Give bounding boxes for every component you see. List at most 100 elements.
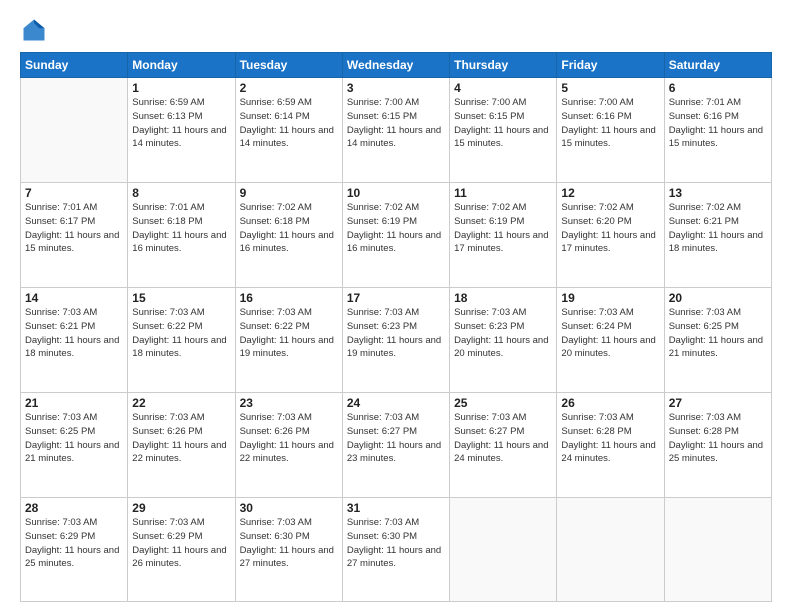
day-info: Sunrise: 7:03 AM Sunset: 6:30 PM Dayligh… — [240, 516, 338, 571]
day-info: Sunrise: 7:00 AM Sunset: 6:15 PM Dayligh… — [454, 96, 552, 151]
day-info: Sunrise: 7:03 AM Sunset: 6:26 PM Dayligh… — [132, 411, 230, 466]
calendar-cell: 12Sunrise: 7:02 AM Sunset: 6:20 PM Dayli… — [557, 183, 664, 288]
day-info: Sunrise: 7:03 AM Sunset: 6:28 PM Dayligh… — [561, 411, 659, 466]
day-info: Sunrise: 7:03 AM Sunset: 6:27 PM Dayligh… — [347, 411, 445, 466]
day-info: Sunrise: 7:03 AM Sunset: 6:27 PM Dayligh… — [454, 411, 552, 466]
day-number: 8 — [132, 186, 230, 200]
day-info: Sunrise: 7:03 AM Sunset: 6:28 PM Dayligh… — [669, 411, 767, 466]
weekday-header: Sunday — [21, 53, 128, 78]
day-info: Sunrise: 7:03 AM Sunset: 6:21 PM Dayligh… — [25, 306, 123, 361]
page: SundayMondayTuesdayWednesdayThursdayFrid… — [0, 0, 792, 612]
day-info: Sunrise: 7:03 AM Sunset: 6:22 PM Dayligh… — [132, 306, 230, 361]
day-info: Sunrise: 7:01 AM Sunset: 6:18 PM Dayligh… — [132, 201, 230, 256]
day-info: Sunrise: 6:59 AM Sunset: 6:13 PM Dayligh… — [132, 96, 230, 151]
calendar-cell: 13Sunrise: 7:02 AM Sunset: 6:21 PM Dayli… — [664, 183, 771, 288]
day-info: Sunrise: 7:03 AM Sunset: 6:30 PM Dayligh… — [347, 516, 445, 571]
calendar-cell: 25Sunrise: 7:03 AM Sunset: 6:27 PM Dayli… — [450, 393, 557, 498]
calendar-cell: 31Sunrise: 7:03 AM Sunset: 6:30 PM Dayli… — [342, 498, 449, 602]
day-info: Sunrise: 6:59 AM Sunset: 6:14 PM Dayligh… — [240, 96, 338, 151]
calendar-cell — [450, 498, 557, 602]
day-info: Sunrise: 7:03 AM Sunset: 6:23 PM Dayligh… — [347, 306, 445, 361]
calendar-cell: 18Sunrise: 7:03 AM Sunset: 6:23 PM Dayli… — [450, 288, 557, 393]
day-number: 9 — [240, 186, 338, 200]
day-info: Sunrise: 7:02 AM Sunset: 6:20 PM Dayligh… — [561, 201, 659, 256]
calendar-cell: 23Sunrise: 7:03 AM Sunset: 6:26 PM Dayli… — [235, 393, 342, 498]
calendar-cell: 27Sunrise: 7:03 AM Sunset: 6:28 PM Dayli… — [664, 393, 771, 498]
day-number: 17 — [347, 291, 445, 305]
day-info: Sunrise: 7:03 AM Sunset: 6:26 PM Dayligh… — [240, 411, 338, 466]
calendar-cell — [557, 498, 664, 602]
weekday-header: Saturday — [664, 53, 771, 78]
weekday-header: Monday — [128, 53, 235, 78]
day-info: Sunrise: 7:00 AM Sunset: 6:15 PM Dayligh… — [347, 96, 445, 151]
day-number: 25 — [454, 396, 552, 410]
day-number: 24 — [347, 396, 445, 410]
day-number: 2 — [240, 81, 338, 95]
day-number: 26 — [561, 396, 659, 410]
day-number: 12 — [561, 186, 659, 200]
calendar-cell — [664, 498, 771, 602]
day-number: 10 — [347, 186, 445, 200]
day-number: 7 — [25, 186, 123, 200]
day-number: 27 — [669, 396, 767, 410]
calendar-cell: 17Sunrise: 7:03 AM Sunset: 6:23 PM Dayli… — [342, 288, 449, 393]
calendar-cell: 15Sunrise: 7:03 AM Sunset: 6:22 PM Dayli… — [128, 288, 235, 393]
day-number: 11 — [454, 186, 552, 200]
day-number: 14 — [25, 291, 123, 305]
calendar-cell: 5Sunrise: 7:00 AM Sunset: 6:16 PM Daylig… — [557, 78, 664, 183]
calendar-cell: 29Sunrise: 7:03 AM Sunset: 6:29 PM Dayli… — [128, 498, 235, 602]
header — [20, 16, 772, 44]
calendar-cell: 14Sunrise: 7:03 AM Sunset: 6:21 PM Dayli… — [21, 288, 128, 393]
day-info: Sunrise: 7:03 AM Sunset: 6:25 PM Dayligh… — [25, 411, 123, 466]
day-info: Sunrise: 7:01 AM Sunset: 6:17 PM Dayligh… — [25, 201, 123, 256]
day-number: 22 — [132, 396, 230, 410]
calendar-cell: 20Sunrise: 7:03 AM Sunset: 6:25 PM Dayli… — [664, 288, 771, 393]
calendar-cell: 19Sunrise: 7:03 AM Sunset: 6:24 PM Dayli… — [557, 288, 664, 393]
day-info: Sunrise: 7:03 AM Sunset: 6:29 PM Dayligh… — [132, 516, 230, 571]
calendar-cell: 9Sunrise: 7:02 AM Sunset: 6:18 PM Daylig… — [235, 183, 342, 288]
calendar-cell: 8Sunrise: 7:01 AM Sunset: 6:18 PM Daylig… — [128, 183, 235, 288]
calendar-cell — [21, 78, 128, 183]
day-info: Sunrise: 7:02 AM Sunset: 6:19 PM Dayligh… — [454, 201, 552, 256]
weekday-header: Wednesday — [342, 53, 449, 78]
calendar-cell: 7Sunrise: 7:01 AM Sunset: 6:17 PM Daylig… — [21, 183, 128, 288]
day-number: 15 — [132, 291, 230, 305]
day-info: Sunrise: 7:02 AM Sunset: 6:19 PM Dayligh… — [347, 201, 445, 256]
calendar-cell: 16Sunrise: 7:03 AM Sunset: 6:22 PM Dayli… — [235, 288, 342, 393]
day-info: Sunrise: 7:03 AM Sunset: 6:29 PM Dayligh… — [25, 516, 123, 571]
calendar-cell: 22Sunrise: 7:03 AM Sunset: 6:26 PM Dayli… — [128, 393, 235, 498]
day-number: 5 — [561, 81, 659, 95]
day-number: 13 — [669, 186, 767, 200]
day-number: 20 — [669, 291, 767, 305]
calendar-cell: 1Sunrise: 6:59 AM Sunset: 6:13 PM Daylig… — [128, 78, 235, 183]
calendar-cell: 28Sunrise: 7:03 AM Sunset: 6:29 PM Dayli… — [21, 498, 128, 602]
weekday-header: Friday — [557, 53, 664, 78]
day-info: Sunrise: 7:01 AM Sunset: 6:16 PM Dayligh… — [669, 96, 767, 151]
day-info: Sunrise: 7:00 AM Sunset: 6:16 PM Dayligh… — [561, 96, 659, 151]
day-info: Sunrise: 7:02 AM Sunset: 6:21 PM Dayligh… — [669, 201, 767, 256]
logo-icon — [20, 16, 48, 44]
day-number: 3 — [347, 81, 445, 95]
day-number: 4 — [454, 81, 552, 95]
day-number: 6 — [669, 81, 767, 95]
day-number: 18 — [454, 291, 552, 305]
day-number: 19 — [561, 291, 659, 305]
day-info: Sunrise: 7:03 AM Sunset: 6:24 PM Dayligh… — [561, 306, 659, 361]
logo — [20, 16, 52, 44]
day-info: Sunrise: 7:03 AM Sunset: 6:23 PM Dayligh… — [454, 306, 552, 361]
calendar-cell: 4Sunrise: 7:00 AM Sunset: 6:15 PM Daylig… — [450, 78, 557, 183]
calendar-cell: 30Sunrise: 7:03 AM Sunset: 6:30 PM Dayli… — [235, 498, 342, 602]
calendar-table: SundayMondayTuesdayWednesdayThursdayFrid… — [20, 52, 772, 602]
day-number: 21 — [25, 396, 123, 410]
calendar-cell: 2Sunrise: 6:59 AM Sunset: 6:14 PM Daylig… — [235, 78, 342, 183]
day-number: 29 — [132, 501, 230, 515]
calendar-cell: 10Sunrise: 7:02 AM Sunset: 6:19 PM Dayli… — [342, 183, 449, 288]
day-number: 31 — [347, 501, 445, 515]
weekday-header: Tuesday — [235, 53, 342, 78]
calendar-cell: 11Sunrise: 7:02 AM Sunset: 6:19 PM Dayli… — [450, 183, 557, 288]
calendar-cell: 26Sunrise: 7:03 AM Sunset: 6:28 PM Dayli… — [557, 393, 664, 498]
day-info: Sunrise: 7:03 AM Sunset: 6:25 PM Dayligh… — [669, 306, 767, 361]
day-info: Sunrise: 7:02 AM Sunset: 6:18 PM Dayligh… — [240, 201, 338, 256]
day-number: 30 — [240, 501, 338, 515]
calendar-cell: 24Sunrise: 7:03 AM Sunset: 6:27 PM Dayli… — [342, 393, 449, 498]
